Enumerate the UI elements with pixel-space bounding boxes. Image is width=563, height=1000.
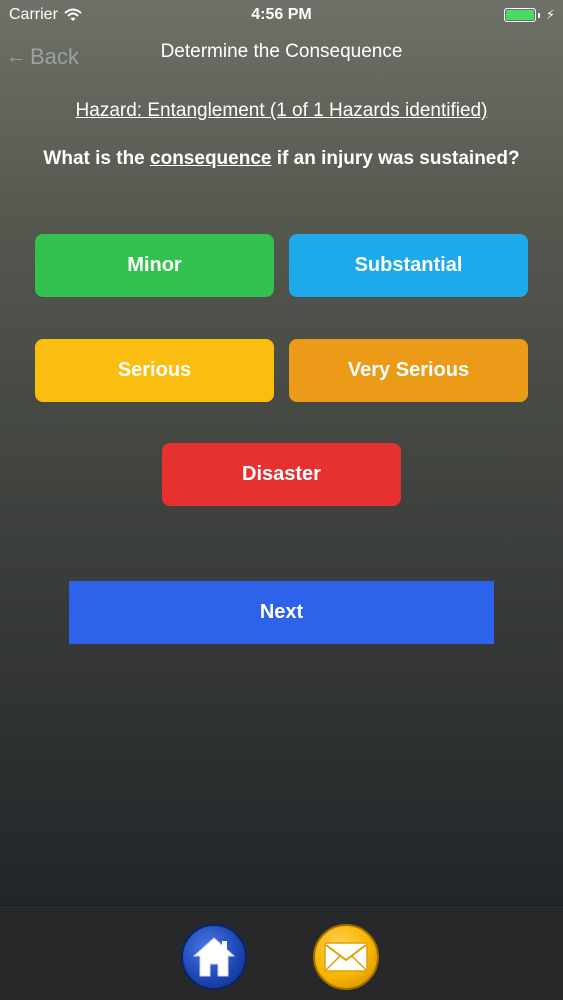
bottom-toolbar (0, 905, 563, 1000)
serious-button[interactable]: Serious (35, 339, 274, 402)
question-suffix: if an injury was sustained? (271, 148, 520, 169)
status-bar: Carrier 4:56 PM ⚡ (0, 0, 563, 30)
mail-button[interactable] (313, 924, 379, 990)
battery-icon (503, 8, 536, 22)
substantial-button[interactable]: Substantial (289, 234, 528, 297)
page-title: Determine the Consequence (160, 41, 403, 62)
disaster-button[interactable]: Disaster (162, 443, 401, 506)
home-button[interactable] (181, 924, 247, 990)
charging-bolt-icon: ⚡ (545, 7, 555, 22)
question-prefix: What is the (43, 148, 151, 169)
very-serious-button[interactable]: Very Serious (289, 339, 528, 402)
question-text: What is the consequence if an injury was… (0, 148, 563, 170)
minor-button[interactable]: Minor (35, 234, 274, 297)
mail-icon (324, 942, 368, 972)
question-keyword: consequence (150, 148, 272, 169)
battery-indicator: ⚡ (503, 7, 555, 23)
navigation-bar: ← Back Determine the Consequence (0, 30, 563, 80)
next-button[interactable]: Next (69, 581, 494, 644)
clock: 4:56 PM (251, 6, 312, 23)
home-icon (192, 937, 236, 977)
hazard-link[interactable]: Hazard: Entanglement (1 of 1 Hazards ide… (0, 100, 563, 122)
